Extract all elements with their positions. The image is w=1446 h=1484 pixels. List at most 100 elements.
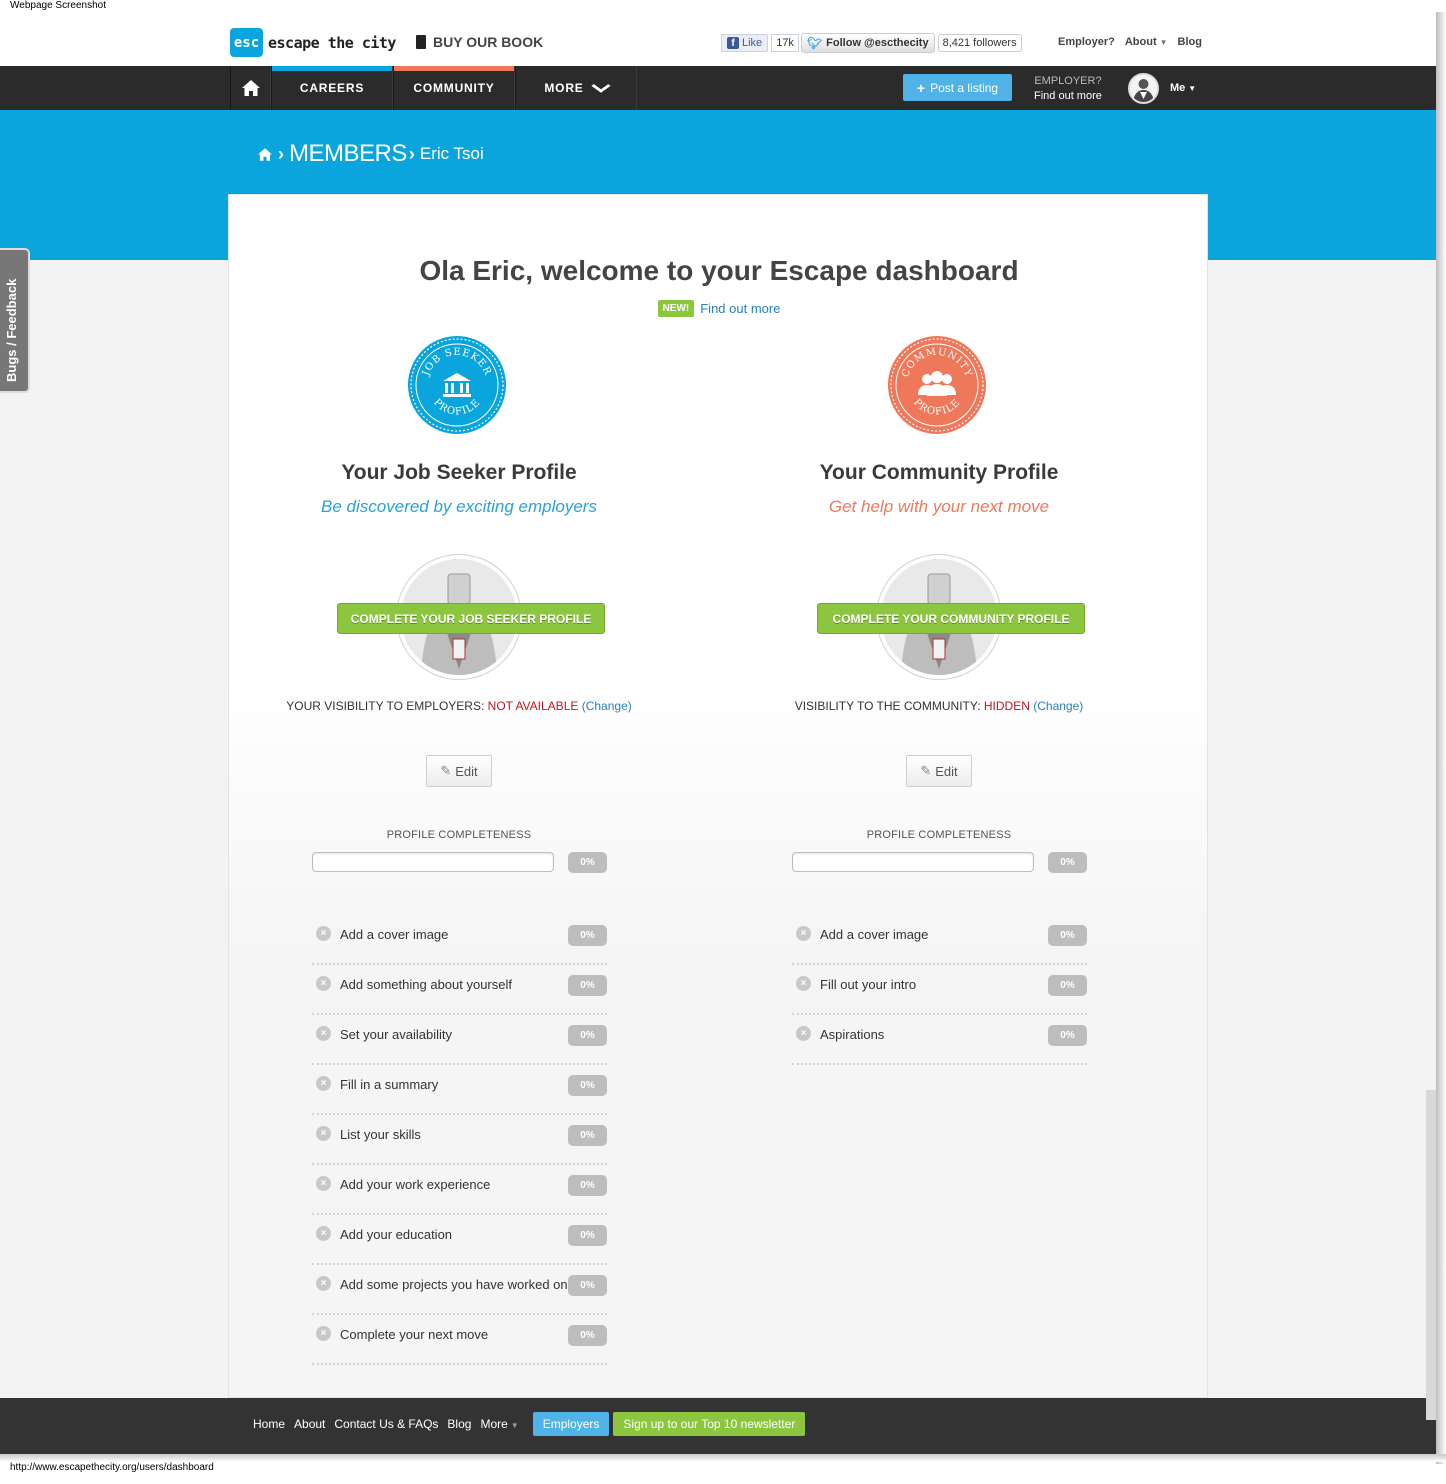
- feedback-tab-label: Bugs / Feedback: [4, 278, 19, 382]
- task-row[interactable]: × Add your education 0%: [312, 1215, 607, 1265]
- caret-down-icon: ▼: [1188, 84, 1197, 93]
- home-icon: [241, 80, 260, 96]
- footer-link-home[interactable]: Home: [253, 1417, 285, 1431]
- edit-job-seeker-button[interactable]: ✎ Edit: [426, 755, 492, 787]
- page-shadow: [1436, 12, 1446, 1464]
- visibility-value: HIDDEN: [983, 699, 1030, 713]
- incomplete-icon: ×: [316, 1226, 331, 1241]
- task-percent-pill: 0%: [568, 1125, 607, 1146]
- visibility-change-link[interactable]: (Change): [1033, 699, 1083, 713]
- complete-community-profile-button[interactable]: COMPLETE YOUR COMMUNITY PROFILE: [817, 603, 1085, 634]
- employer-cta-top: EMPLOYER?: [1034, 75, 1102, 87]
- task-percent-pill: 0%: [1048, 925, 1087, 946]
- incomplete-icon: ×: [316, 1176, 331, 1191]
- task-label: Add a cover image: [340, 927, 449, 942]
- visibility-label: VISIBILITY TO THE COMMUNITY:: [794, 699, 981, 713]
- post-listing-button[interactable]: + Post a listing: [903, 74, 1012, 101]
- footer: Home About Contact Us & FAQs Blog More ▼ …: [0, 1398, 1436, 1454]
- facebook-like-count: 17k: [771, 34, 799, 52]
- breadcrumb-home-icon[interactable]: [258, 147, 272, 161]
- edit-label: Edit: [935, 763, 958, 779]
- complete-job-seeker-profile-button[interactable]: COMPLETE YOUR JOB SEEKER PROFILE: [337, 603, 605, 634]
- me-menu[interactable]: Me ▼: [1170, 82, 1196, 94]
- task-label: Fill in a summary: [340, 1077, 439, 1092]
- footer-newsletter-button[interactable]: Sign up to our Top 10 newsletter: [613, 1412, 806, 1436]
- task-row[interactable]: × Fill out your intro 0%: [792, 965, 1087, 1015]
- task-percent-pill: 0%: [568, 1275, 607, 1296]
- task-label: Add some projects you have worked on: [340, 1277, 568, 1292]
- nav-community[interactable]: COMMUNITY: [393, 66, 515, 110]
- breadcrumb-members[interactable]: MEMBERS: [289, 140, 407, 168]
- about-dropdown[interactable]: About ▼: [1125, 36, 1168, 48]
- job-seeker-title: Your Job Seeker Profile: [341, 461, 577, 484]
- nav-careers[interactable]: CAREERS: [271, 66, 393, 110]
- nav-home[interactable]: [230, 66, 271, 110]
- scrollbar[interactable]: [1426, 1090, 1436, 1420]
- find-out-more-link[interactable]: Find out more: [700, 301, 780, 316]
- task-row[interactable]: × Set your availability 0%: [312, 1015, 607, 1065]
- footer-links: Home About Contact Us & FAQs Blog More ▼ …: [253, 1412, 806, 1436]
- dashboard-card: Ola Eric, welcome to your Escape dashboa…: [228, 194, 1208, 1398]
- caret-down-icon: ▼: [1159, 38, 1168, 47]
- breadcrumb-current: Eric Tsoi: [419, 144, 484, 163]
- top-header: esc escape the city BUY OUR BOOK f Like …: [0, 12, 1436, 66]
- buy-book-link[interactable]: BUY OUR BOOK: [416, 34, 543, 50]
- footer-link-contact[interactable]: Contact Us & FAQs: [334, 1417, 438, 1431]
- task-row[interactable]: × Add something about yourself 0%: [312, 965, 607, 1015]
- edit-community-button[interactable]: ✎ Edit: [906, 755, 972, 787]
- employer-link[interactable]: Employer?: [1058, 36, 1115, 48]
- task-row[interactable]: × Add a cover image 0%: [792, 915, 1087, 965]
- job-seeker-task-list: × Add a cover image 0% × Add something about…: [312, 915, 607, 1365]
- twitter-follow-button[interactable]: 🐦︎ Follow @escthecity: [800, 33, 935, 53]
- post-listing-label: Post a listing: [930, 80, 999, 95]
- facebook-like-button[interactable]: f Like: [721, 34, 769, 52]
- breadcrumb-separator-icon: ›: [408, 143, 415, 164]
- blog-link[interactable]: Blog: [1178, 36, 1202, 48]
- social-widgets: f Like 17k 🐦︎ Follow @escthecity 8,421 f…: [721, 33, 1022, 53]
- chevron-down-icon: [591, 83, 611, 93]
- community-subtitle: Get help with your next move: [828, 497, 1050, 516]
- task-percent-pill: 0%: [568, 1225, 607, 1246]
- incomplete-icon: ×: [316, 926, 331, 941]
- breadcrumb-separator-icon: ›: [278, 143, 284, 164]
- task-row[interactable]: × Add a cover image 0%: [312, 915, 607, 965]
- user-avatar-image: [1130, 75, 1157, 102]
- employer-visibility: YOUR VISIBILITY TO EMPLOYERS: NOT AVAILA…: [269, 699, 649, 713]
- task-row[interactable]: × Add some projects you have worked on 0%: [312, 1265, 607, 1315]
- task-percent-pill: 0%: [568, 1175, 607, 1196]
- employer-cta[interactable]: EMPLOYER? Find out more: [1034, 74, 1102, 104]
- footer-link-about[interactable]: About: [294, 1417, 325, 1431]
- profile-completeness-bar: [792, 852, 1034, 872]
- page-shadow: [0, 1454, 1446, 1462]
- task-label: Add your education: [340, 1227, 453, 1242]
- nav-more[interactable]: MORE: [515, 66, 637, 110]
- visibility-change-link[interactable]: (Change): [582, 699, 632, 713]
- footer-link-blog[interactable]: Blog: [447, 1417, 471, 1431]
- profile-completeness-pill: 0%: [568, 852, 607, 873]
- task-row[interactable]: × Fill in a summary 0%: [312, 1065, 607, 1115]
- profile-completeness-label: PROFILE COMPLETENESS: [386, 829, 532, 841]
- pencil-icon: ✎: [440, 763, 452, 778]
- footer-more-dropdown[interactable]: More ▼: [480, 1417, 518, 1431]
- visibility-label: YOUR VISIBILITY TO EMPLOYERS:: [286, 699, 485, 713]
- twitter-bird-icon: 🐦︎: [806, 36, 823, 50]
- task-row[interactable]: × Complete your next move 0%: [312, 1315, 607, 1365]
- main-nav: CAREERS COMMUNITY MORE + Post a listing …: [0, 66, 1436, 110]
- pencil-icon: ✎: [920, 763, 932, 778]
- task-row[interactable]: × Add your work experience 0%: [312, 1165, 607, 1215]
- logo-text: escape the city: [268, 33, 396, 52]
- task-percent-pill: 0%: [568, 1075, 607, 1096]
- about-label: About: [1124, 36, 1157, 48]
- incomplete-icon: ×: [316, 1026, 331, 1041]
- feedback-tab[interactable]: Bugs / Feedback: [0, 248, 30, 393]
- job-seeker-badge-icon: JOB SEEKER PROFILE: [408, 336, 506, 434]
- task-label: Add a cover image: [820, 927, 929, 942]
- task-row[interactable]: × List your skills 0%: [312, 1115, 607, 1165]
- task-row[interactable]: × Aspirations 0%: [792, 1015, 1087, 1065]
- page-title: Ola Eric, welcome to your Escape dashboa…: [419, 255, 1019, 286]
- incomplete-icon: ×: [316, 1076, 331, 1091]
- user-avatar[interactable]: [1128, 73, 1159, 104]
- site-logo[interactable]: esc escape the city: [230, 28, 396, 57]
- footer-employers-button[interactable]: Employers: [532, 1412, 610, 1436]
- status-bar-url: http://www.escapethecity.org/users/dashb…: [10, 1462, 214, 1473]
